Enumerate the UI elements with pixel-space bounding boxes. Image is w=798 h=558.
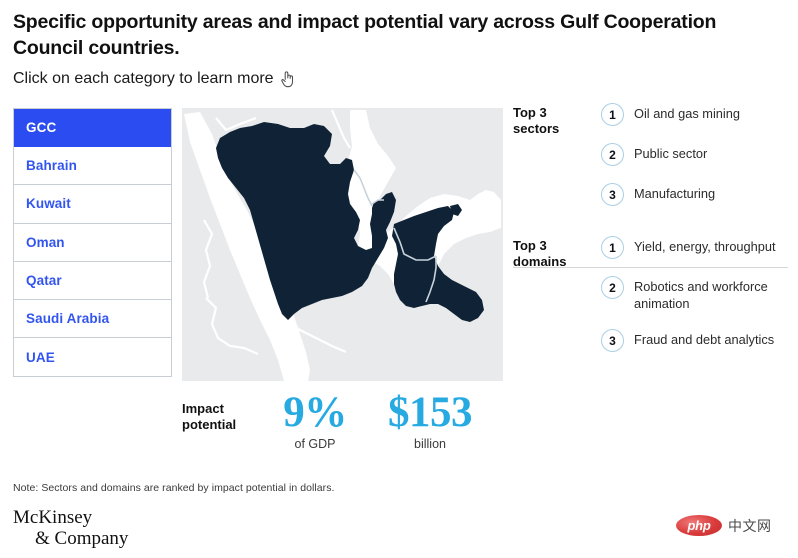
top-domains-group: Top 3 domains 1 Yield, energy, throughpu… bbox=[513, 236, 788, 353]
top-sectors-label-line2: sectors bbox=[513, 121, 560, 137]
sidebar-item-label: UAE bbox=[26, 349, 55, 365]
watermark: php 中文网 bbox=[676, 515, 772, 536]
section-divider bbox=[513, 267, 788, 268]
rank-badge: 3 bbox=[601, 183, 624, 206]
rank-label: Manufacturing bbox=[634, 186, 716, 201]
impact-label-line2: potential bbox=[182, 417, 237, 433]
rank-label: Robotics and workforce animation bbox=[634, 279, 768, 312]
gcc-map[interactable] bbox=[182, 108, 503, 381]
impact-label-line1: Impact bbox=[182, 401, 224, 416]
rank-label: Yield, energy, throughput bbox=[634, 239, 776, 254]
sidebar-item-label: Qatar bbox=[26, 272, 62, 288]
sidebar-item-saudi-arabia[interactable]: Saudi Arabia bbox=[14, 299, 171, 339]
stat-gdp: 9% of GDP bbox=[267, 388, 363, 451]
sidebar-item-bahrain[interactable]: Bahrain bbox=[14, 147, 171, 186]
list-item[interactable]: 3 Manufacturing bbox=[601, 183, 788, 206]
rank-label: Oil and gas mining bbox=[634, 106, 740, 121]
rank-badge: 2 bbox=[601, 276, 624, 299]
sidebar-item-label: Bahrain bbox=[26, 158, 77, 174]
list-item[interactable]: 3 Fraud and debt analytics bbox=[601, 329, 788, 353]
sidebar-item-gcc[interactable]: GCC bbox=[14, 109, 171, 148]
sidebar-item-qatar[interactable]: Qatar bbox=[14, 261, 171, 300]
php-logo-icon: php bbox=[676, 515, 722, 536]
rank-badge: 1 bbox=[601, 103, 624, 126]
impact-potential-section: Impact potential 9% of GDP $153 billion bbox=[182, 389, 512, 463]
list-item[interactable]: 2 Robotics and workforce animation bbox=[601, 276, 788, 312]
rank-badge: 2 bbox=[601, 143, 624, 166]
footnote: Note: Sectors and domains are ranked by … bbox=[13, 482, 335, 494]
top-sectors-group: Top 3 sectors 1 Oil and gas mining 2 Pub… bbox=[513, 103, 788, 206]
watermark-text: 中文网 bbox=[728, 517, 772, 534]
top-domains-label: Top 3 domains bbox=[513, 238, 591, 271]
stat-gdp-caption: of GDP bbox=[294, 436, 336, 451]
rank-badge: 1 bbox=[601, 236, 624, 259]
header: Specific opportunity areas and impact po… bbox=[13, 10, 788, 88]
page-title: Specific opportunity areas and impact po… bbox=[13, 11, 717, 59]
mckinsey-logo: McKinsey & Company bbox=[13, 507, 129, 549]
logo-line1: McKinsey bbox=[13, 507, 93, 528]
sidebar-item-uae[interactable]: UAE bbox=[14, 338, 171, 377]
rank-badge: 3 bbox=[601, 329, 624, 353]
pointing-hand-icon bbox=[280, 70, 295, 88]
rank-label: Fraud and debt analytics bbox=[634, 332, 775, 348]
stat-gdp-value: 9% bbox=[283, 389, 347, 436]
country-category-list[interactable]: GCC Bahrain Kuwait Oman Qatar Saudi Arab… bbox=[13, 108, 172, 378]
list-item[interactable]: 2 Public sector bbox=[601, 143, 788, 166]
top-sectors-list: 1 Oil and gas mining 2 Public sector 3 M… bbox=[601, 103, 788, 206]
subtitle-row: Click on each category to learn more bbox=[13, 70, 788, 88]
top-domains-label-line1: Top 3 bbox=[513, 238, 547, 253]
list-item[interactable]: 1 Oil and gas mining bbox=[601, 103, 788, 126]
sidebar-item-label: Kuwait bbox=[26, 196, 71, 212]
top-domains-list: 1 Yield, energy, throughput 2 Robotics a… bbox=[601, 236, 788, 353]
stat-dollars-caption: billion bbox=[414, 436, 446, 451]
sidebar-item-label: Oman bbox=[26, 234, 65, 250]
map-svg bbox=[182, 108, 503, 381]
top-sectors-label: Top 3 sectors bbox=[513, 105, 591, 138]
impact-potential-label: Impact potential bbox=[182, 401, 256, 434]
list-item[interactable]: 1 Yield, energy, throughput bbox=[601, 236, 788, 259]
stat-dollars-value: $153 bbox=[388, 389, 473, 436]
subtitle-text: Click on each category to learn more bbox=[13, 70, 274, 88]
stat-dollars: $153 billion bbox=[370, 388, 490, 451]
logo-line2: & Company bbox=[35, 527, 129, 549]
sidebar-item-label: GCC bbox=[26, 120, 57, 136]
rank-label: Public sector bbox=[634, 146, 708, 161]
rankings-panel: Top 3 sectors 1 Oil and gas mining 2 Pub… bbox=[513, 103, 788, 369]
sidebar-item-oman[interactable]: Oman bbox=[14, 223, 171, 262]
sidebar-item-kuwait[interactable]: Kuwait bbox=[14, 185, 171, 224]
top-sectors-label-line1: Top 3 bbox=[513, 105, 547, 120]
sidebar-item-label: Saudi Arabia bbox=[26, 311, 110, 327]
